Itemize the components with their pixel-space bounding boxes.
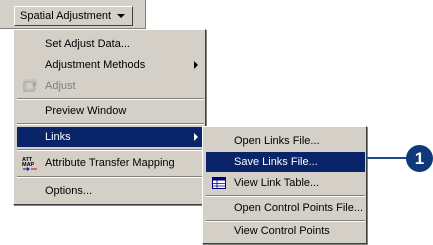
link-table-icon	[210, 175, 228, 191]
spatial-adjustment-menu: Set Adjust Data... Adjustment Methods Ad…	[13, 29, 206, 205]
spatial-adjustment-toolbar: Spatial Adjustment	[0, 0, 146, 29]
menu-separator	[17, 149, 204, 151]
menu-item-adjust[interactable]: Adjust	[17, 76, 204, 96]
dropdown-arrow-icon	[117, 14, 126, 18]
submenu-item-open-links-file[interactable]: Open Links File...	[206, 131, 365, 151]
submenu-item-save-links-file[interactable]: Save Links File...	[206, 152, 365, 172]
svg-text:MAP: MAP	[22, 162, 35, 168]
submenu-item-view-control-points[interactable]: View Control Points	[206, 221, 365, 241]
spatial-adjustment-menu-button[interactable]: Spatial Adjustment	[14, 6, 133, 26]
callout-badge: 1	[406, 145, 433, 172]
adjust-icon	[21, 78, 39, 94]
menu-item-preview-window[interactable]: Preview Window	[17, 101, 204, 121]
menu-separator	[206, 195, 365, 197]
links-submenu: Open Links File... Save Links File... Vi…	[202, 126, 367, 244]
menu-item-set-adjust-data[interactable]: Set Adjust Data...	[17, 34, 204, 54]
submenu-arrow-icon	[194, 133, 198, 141]
menu-item-attribute-transfer-mapping[interactable]: ATT MAP Attribute Transfer Mapping	[17, 153, 204, 173]
submenu-item-open-control-points-file[interactable]: Open Control Points File...	[206, 198, 365, 218]
menu-item-adjustment-methods[interactable]: Adjustment Methods	[17, 55, 204, 75]
menu-item-options[interactable]: Options...	[17, 181, 204, 201]
attribute-transfer-icon: ATT MAP	[21, 155, 39, 171]
submenu-arrow-icon	[194, 61, 198, 69]
menu-item-links[interactable]: Links	[17, 127, 204, 147]
menu-separator	[17, 176, 204, 178]
menu-separator	[17, 98, 204, 100]
submenu-item-view-link-table[interactable]: View Link Table...	[206, 173, 365, 193]
menu-separator	[17, 123, 204, 125]
spatial-adjustment-label: Spatial Adjustment	[20, 10, 112, 22]
